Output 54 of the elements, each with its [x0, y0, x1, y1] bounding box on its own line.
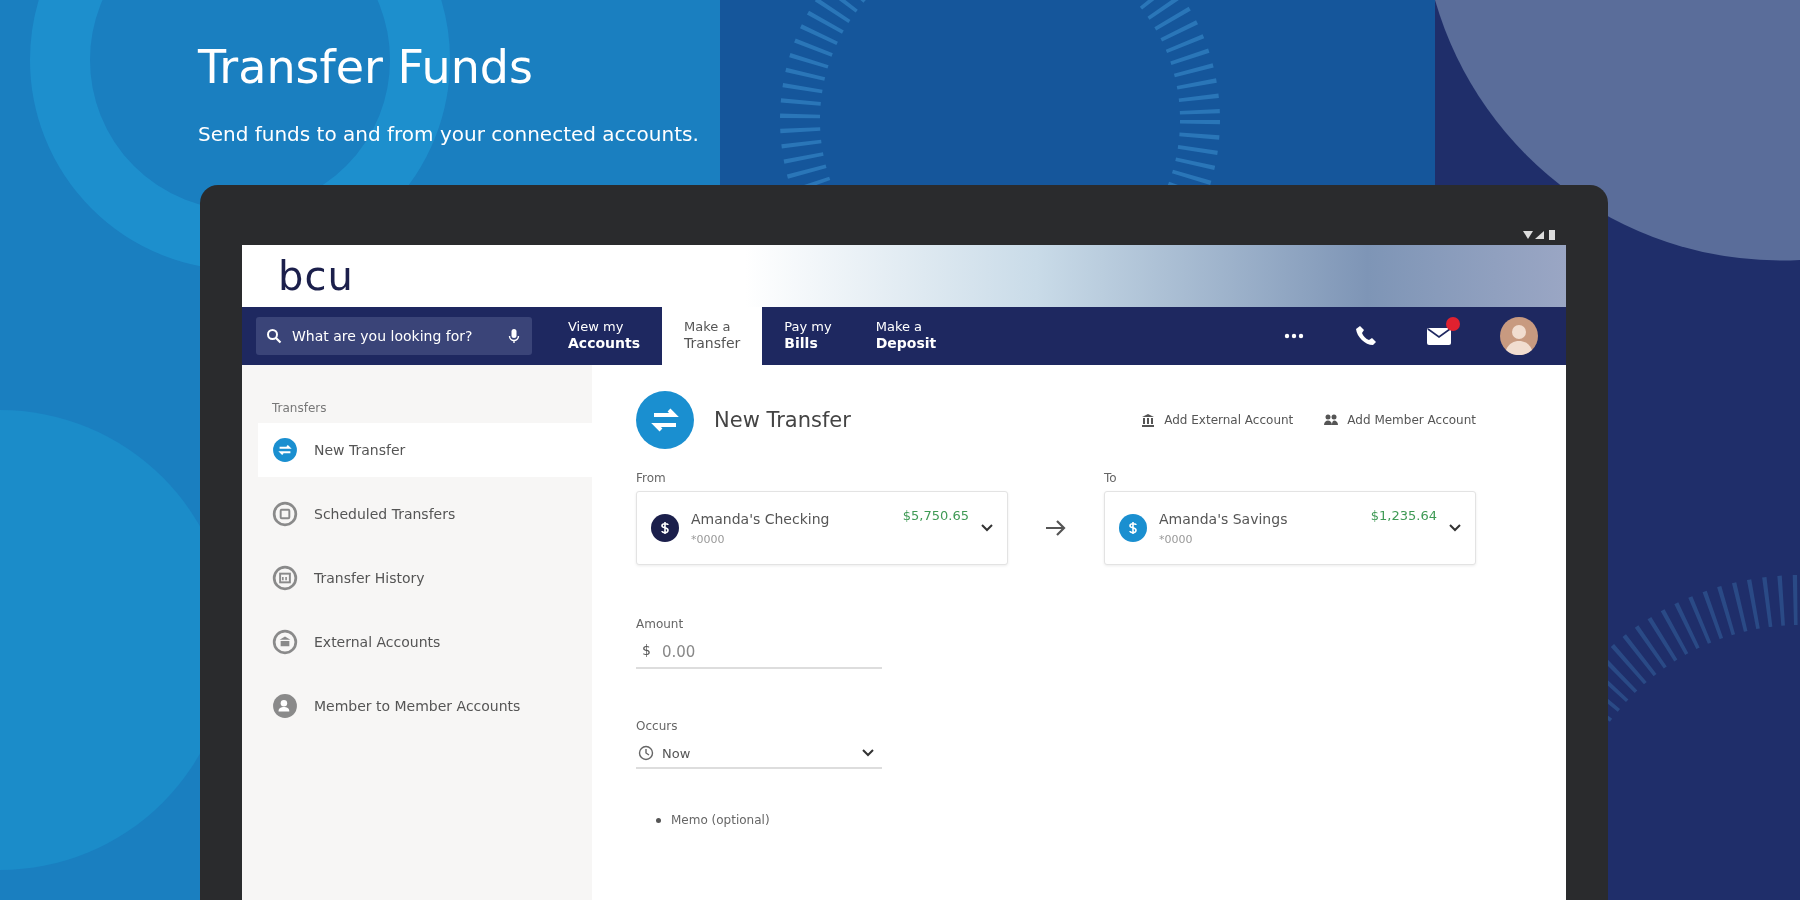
chevron-down-icon: [981, 524, 993, 532]
sidebar-item[interactable]: Transfer History: [242, 551, 592, 605]
field-label: To: [1104, 471, 1118, 485]
field-label: From: [636, 471, 667, 485]
transfer-icon: [272, 437, 298, 463]
bank-icon: [1140, 412, 1157, 428]
wifi-icon: [1522, 230, 1534, 240]
memo-toggle[interactable]: Memo (optional): [671, 813, 770, 827]
account-balance: $5,750.65: [902, 508, 969, 523]
avatar[interactable]: [1500, 317, 1538, 355]
search-field[interactable]: What are you looking for?: [256, 317, 532, 355]
transfer-icon: [636, 391, 694, 449]
sidebar-item[interactable]: Member to Member Accounts: [242, 679, 592, 733]
bank-icon: [272, 629, 298, 655]
history-icon: [272, 565, 298, 591]
account-name: Amanda's Savings: [1159, 510, 1289, 527]
hero-subtitle: Send funds to and from your connected accounts.: [198, 122, 699, 146]
people-icon: [1323, 412, 1340, 428]
calendar-icon: [272, 501, 298, 527]
sidebar-heading: Transfers: [272, 401, 327, 415]
account-select[interactable]: Amanda's Savings *0000 $1,235.64: [1104, 491, 1476, 565]
chevron-down-icon: [1449, 524, 1461, 532]
account-name: Amanda's Checking: [691, 510, 831, 527]
search-icon: [266, 328, 282, 344]
sidebar-item[interactable]: External Accounts: [242, 615, 592, 669]
account-number: *0000: [691, 532, 726, 546]
add-account-link[interactable]: Add External Account: [1140, 412, 1294, 428]
currency-symbol: $: [642, 642, 651, 658]
page-title: New Transfer: [714, 408, 851, 432]
phone-icon[interactable]: [1354, 324, 1378, 348]
arrow-right-icon: [1044, 518, 1068, 538]
person-icon: [272, 693, 298, 719]
sidebar-item[interactable]: Scheduled Transfers: [242, 487, 592, 541]
nav-tab[interactable]: Make a Transfer: [662, 307, 763, 365]
battery-icon: [1546, 230, 1558, 240]
microphone-icon: [506, 328, 522, 344]
field-label: Occurs: [636, 719, 679, 733]
account-select[interactable]: Amanda's Checking *0000 $5,750.65: [636, 491, 1008, 565]
nav-tab[interactable]: View my Accounts: [546, 307, 662, 365]
add-account-link[interactable]: Add Member Account: [1323, 412, 1476, 428]
clock-icon: [638, 745, 654, 761]
mail-icon[interactable]: [1426, 325, 1452, 347]
account-number: *0000: [1159, 532, 1194, 546]
signal-icon: [1534, 230, 1546, 240]
occurs-select[interactable]: Now: [636, 739, 882, 769]
field-label: Amount: [636, 617, 685, 631]
nav-tab[interactable]: Pay my Bills: [762, 307, 854, 365]
chevron-down-icon: [862, 749, 874, 757]
hero-title: Transfer Funds: [198, 40, 533, 94]
account-balance: $1,235.64: [1370, 508, 1437, 523]
sidebar-item[interactable]: New Transfer: [258, 423, 592, 477]
nav-tab[interactable]: Make a Deposit: [853, 307, 959, 365]
logo: bcu: [278, 253, 354, 299]
notification-badge: [1446, 317, 1460, 331]
